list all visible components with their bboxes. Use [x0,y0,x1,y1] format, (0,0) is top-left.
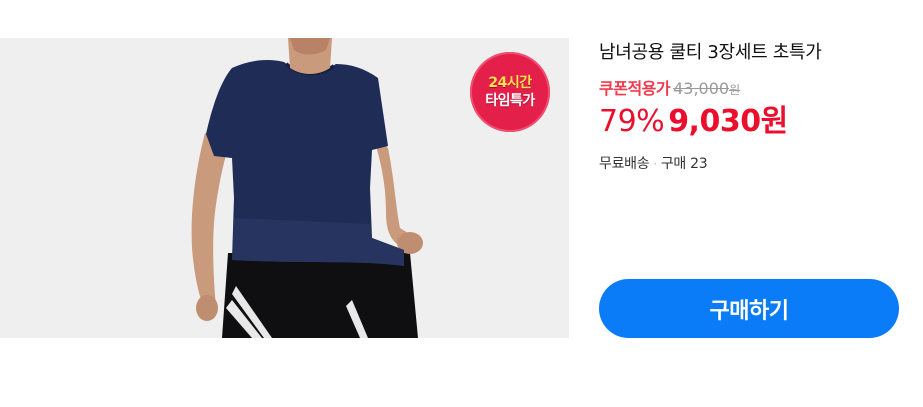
coupon-price-label: 쿠폰적용가 [599,79,671,98]
shipping-info: 무료배송 · 구매 23 [599,154,708,174]
purchase-count: 구매 23 [660,156,708,172]
product-image[interactable]: 24시간 타임특가 [0,38,569,338]
sale-price-unit: 원 [760,104,789,139]
separator-dot: · [653,157,657,171]
original-price: 43,000 [673,79,730,98]
badge-24h-text: 24시간 [488,74,532,91]
discount-rate: 79% [599,104,665,139]
sale-price-row: 79% 9,030원 [599,103,788,145]
sale-price: 9,030 [668,104,761,139]
product-title[interactable]: 남녀공용 쿨티 3장세트 초특가 [599,41,822,65]
badge-time-sale-text: 타임특가 [485,92,535,109]
buy-button[interactable]: 구매하기 [599,279,899,338]
coupon-price-row: 쿠폰적용가 43,000원 [599,79,740,100]
time-sale-badge: 24시간 타임특가 [470,52,550,132]
free-shipping-label: 무료배송 [599,156,650,172]
original-price-unit: 원 [729,83,741,97]
